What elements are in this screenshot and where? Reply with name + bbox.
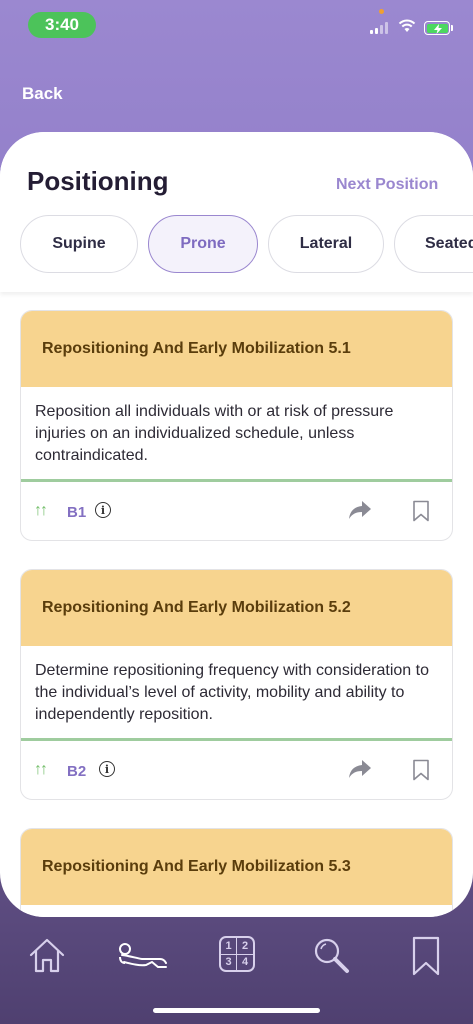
lying-person-icon[interactable] [116,940,168,972]
grid-number: 3 [221,954,237,970]
recommendation-card[interactable]: Repositioning And Early Mobilization 5.3 [20,828,453,917]
position-tabs: Supine Prone Lateral Seated [20,215,473,273]
tab-lateral[interactable]: Lateral [268,215,384,273]
strength-arrows-icon: ↑↑ [34,761,48,778]
bookmark-icon[interactable] [412,759,430,781]
battery-tip [451,25,453,31]
cellular-signal-icon [370,22,388,34]
back-button[interactable]: Back [22,84,63,104]
evidence-grade: B2 [67,763,87,780]
status-time: 3:40 [28,12,96,38]
recommendation-list: Repositioning And Early Mobilization 5.1… [20,310,453,917]
privacy-indicator-dot [379,9,384,14]
card-body [21,905,452,917]
page-title: Positioning [27,166,169,196]
bookmark-icon[interactable] [411,936,441,976]
info-icon[interactable]: i [95,502,111,518]
card-title: Repositioning And Early Mobilization 5.2 [21,570,452,646]
home-icon[interactable] [28,936,66,974]
tab-prone[interactable]: Prone [148,215,258,273]
share-icon[interactable] [347,758,373,780]
grid-number: 4 [241,956,249,969]
search-icon[interactable] [312,936,350,974]
card-title: Repositioning And Early Mobilization 5.3 [21,829,452,905]
card-footer: ↑↑ B1 i [21,482,452,540]
share-icon[interactable] [347,499,373,521]
grid-number: 2 [237,938,253,955]
info-icon[interactable]: i [99,761,115,777]
sheet-header: Positioning Next Position Supine Prone L… [0,132,473,292]
tab-supine[interactable]: Supine [20,215,138,273]
wifi-icon [398,19,416,32]
battery-icon [424,21,450,35]
next-position-button[interactable]: Next Position [336,176,438,194]
strength-arrows-icon: ↑↑ [34,502,48,519]
bookmark-icon[interactable] [412,500,430,522]
recommendation-card[interactable]: Repositioning And Early Mobilization 5.2… [20,569,453,800]
card-body: Determine repositioning frequency with c… [21,646,452,741]
card-footer: ↑↑ B2 i [21,741,452,799]
card-title: Repositioning And Early Mobilization 5.1 [21,311,452,387]
content-sheet: Positioning Next Position Supine Prone L… [0,132,473,917]
grid-number: 1 [221,938,237,955]
tab-seated[interactable]: Seated [394,215,473,273]
home-indicator [153,1008,320,1013]
card-body: Reposition all individuals with or at ri… [21,387,452,482]
evidence-grade: B1 [67,504,87,521]
recommendation-card[interactable]: Repositioning And Early Mobilization 5.1… [20,310,453,541]
number-grid-icon[interactable]: 1 2 3 4 [219,936,255,972]
status-bar: 3:40 [0,0,473,50]
